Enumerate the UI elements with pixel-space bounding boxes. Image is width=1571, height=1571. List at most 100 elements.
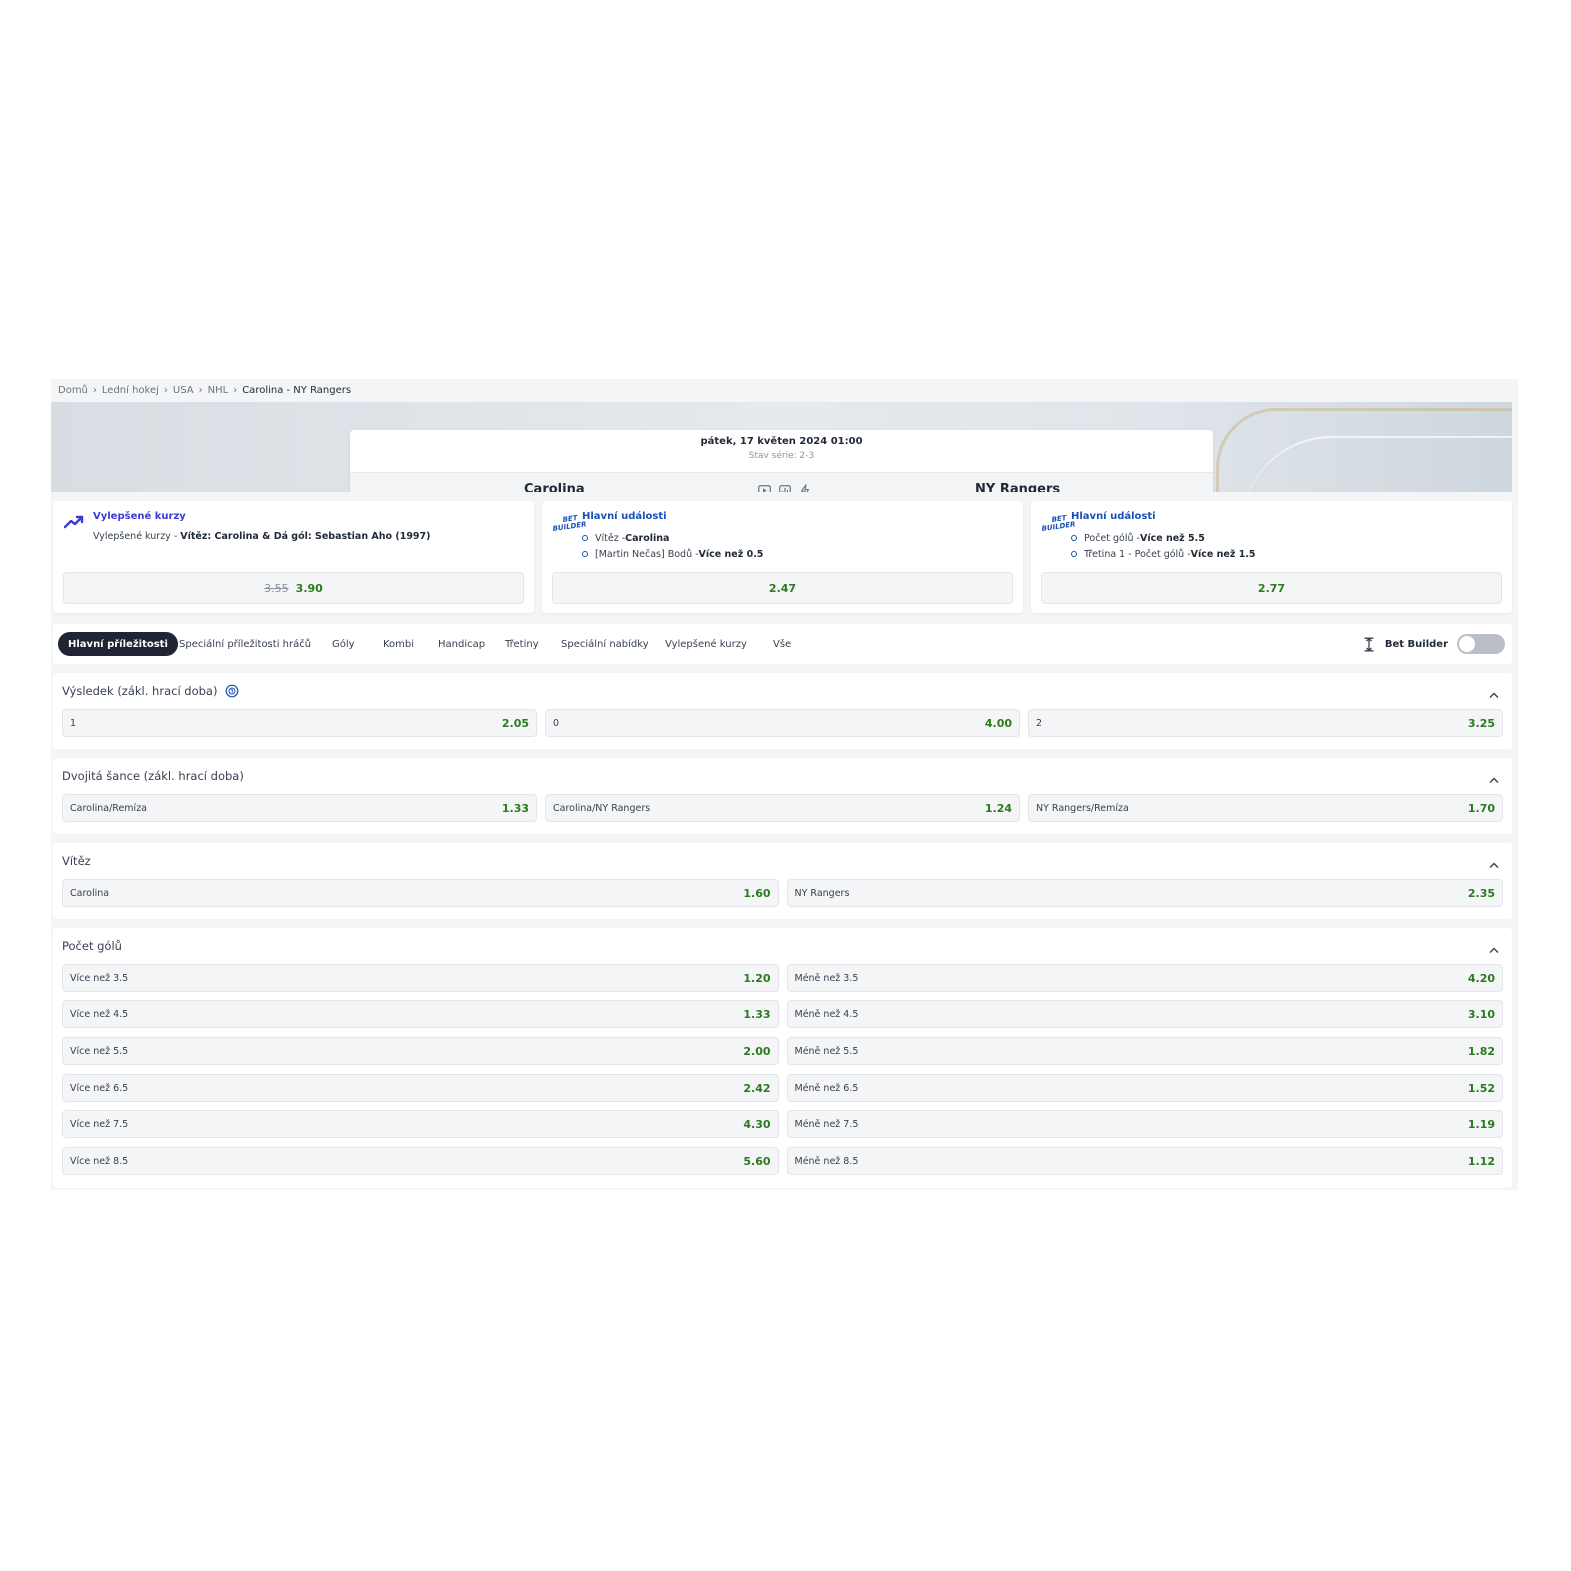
- promo-odd-button[interactable]: 3.55 3.90: [63, 572, 524, 604]
- promo-title: Hlavní události: [582, 511, 667, 522]
- market-total-goals: Počet gólů Více než 3.5 1.20 Méně než 3.5…: [53, 928, 1512, 1188]
- odd-button[interactable]: 2 3.25: [1028, 709, 1503, 737]
- odd-button[interactable]: Méně než 3.5 4.20: [786, 964, 1503, 992]
- odd-label: Méně než 8.5: [794, 1155, 859, 1167]
- market-title-text: Počet gólů: [62, 939, 122, 953]
- breadcrumb-sport[interactable]: Lední hokej: [102, 385, 159, 396]
- leg-market: Vítěz -: [595, 532, 626, 544]
- chevron-right-icon: ›: [163, 384, 168, 396]
- stats-icon[interactable]: [778, 484, 791, 492]
- promo-legs: Počet gólů - Více než 5.5 Třetina 1 - Po…: [1071, 530, 1256, 562]
- tab-handicap[interactable]: Handicap: [438, 632, 485, 656]
- tab-periods[interactable]: Třetiny: [505, 632, 539, 656]
- odds-row: Více než 4.5 1.33 Méně než 4.5 3.10: [62, 1000, 1503, 1028]
- odd-button[interactable]: NY Rangers/Remíza 1.70: [1028, 794, 1503, 822]
- odd-button[interactable]: Méně než 6.5 1.52: [786, 1074, 1503, 1102]
- promo-description-prefix: Vylepšené kurzy -: [93, 531, 181, 542]
- odds-row: Více než 3.5 1.20 Méně než 3.5 4.20: [62, 964, 1503, 992]
- odd-button[interactable]: Více než 5.5 2.00: [62, 1037, 779, 1065]
- market-winner: Vítěz Carolina 1.60 NY Rangers 2.35: [53, 843, 1512, 919]
- tab-boosted-odds[interactable]: Vylepšené kurzy: [665, 632, 747, 656]
- odd-value: 1.33: [501, 801, 529, 815]
- tab-player-specials[interactable]: Speciální příležitosti hráčů: [179, 632, 311, 656]
- match-hero: pátek, 17 květen 2024 01:00 Stav série: …: [51, 402, 1512, 492]
- tab-combi[interactable]: Kombi: [383, 632, 414, 656]
- bet-builder-toggle[interactable]: [1457, 634, 1505, 654]
- odd-label: Méně než 6.5: [794, 1082, 859, 1094]
- series-status: Stav série: 2-3: [748, 451, 815, 461]
- market-result: Výsledek (zákl. hrací doba) 1 2.05 0 4.00 …: [53, 673, 1512, 749]
- market-title[interactable]: Počet gólů: [62, 939, 122, 953]
- odd-label: Méně než 7.5: [794, 1118, 859, 1130]
- page-frame: Domů › Lední hokej › USA › NHL › Carolina - …: [51, 379, 1518, 1190]
- odd-button[interactable]: Carolina/NY Rangers 1.24: [545, 794, 1020, 822]
- odd-value: 2.35: [1467, 886, 1495, 900]
- breadcrumb-country[interactable]: USA: [173, 385, 194, 396]
- odd-value: 1.12: [1467, 1154, 1495, 1168]
- lightning-icon[interactable]: [798, 484, 811, 492]
- bet-builder-icon: [1363, 637, 1375, 652]
- market-title-text: Vítěz: [62, 854, 91, 868]
- odd-button[interactable]: Více než 3.5 1.20: [62, 964, 779, 992]
- promo-card-bet-builder: BET BUILDER Hlavní události Vítěz - Carol…: [542, 501, 1023, 613]
- promo-card-bet-builder: BET BUILDER Hlavní události Počet gólů - …: [1031, 501, 1512, 613]
- odd-value: 4.30: [743, 1117, 771, 1131]
- odd-label: Více než 7.5: [70, 1118, 129, 1130]
- odd-button[interactable]: Více než 7.5 4.30: [62, 1110, 779, 1138]
- chevron-right-icon: ›: [198, 384, 203, 396]
- chevron-up-icon[interactable]: [1488, 939, 1500, 958]
- odd-button[interactable]: Více než 4.5 1.33: [62, 1000, 779, 1028]
- odd-button[interactable]: Více než 8.5 5.60: [62, 1147, 779, 1175]
- odd-button[interactable]: 0 4.00: [545, 709, 1020, 737]
- chevron-up-icon[interactable]: [1488, 854, 1500, 873]
- market-title[interactable]: Výsledek (zákl. hrací doba): [62, 684, 239, 698]
- odd-button[interactable]: 1 2.05: [62, 709, 537, 737]
- promo-odd-button[interactable]: 2.77: [1041, 572, 1502, 604]
- odd-button[interactable]: Carolina/Remíza 1.33: [62, 794, 537, 822]
- leg-selection: Více než 0.5: [698, 548, 764, 560]
- odds-row: Více než 5.5 2.00 Méně než 5.5 1.82: [62, 1037, 1503, 1065]
- odd-value: 3.25: [1467, 716, 1495, 730]
- odd-value: 1.82: [1467, 1044, 1495, 1058]
- odd-label: Více než 3.5: [70, 972, 129, 984]
- odd-button[interactable]: Carolina 1.60: [62, 879, 779, 907]
- tab-main[interactable]: Hlavní příležitosti: [58, 632, 178, 656]
- odd-value: 1.20: [743, 971, 771, 985]
- video-icon[interactable]: [758, 484, 771, 492]
- leg-selection: Více než 1.5: [1190, 548, 1256, 560]
- odd-label: Méně než 5.5: [794, 1045, 859, 1057]
- odd-label: NY Rangers: [794, 887, 850, 899]
- breadcrumb-league[interactable]: NHL: [208, 385, 229, 396]
- tab-all[interactable]: Vše: [773, 632, 791, 656]
- market-double-chance: Dvojitá šance (zákl. hrací doba) Carolin…: [53, 758, 1512, 834]
- market-title[interactable]: Vítěz: [62, 854, 91, 868]
- odd-value: 4.20: [1467, 971, 1495, 985]
- odd-value: 5.60: [743, 1154, 771, 1168]
- odd-button[interactable]: Více než 6.5 2.42: [62, 1074, 779, 1102]
- odd-button[interactable]: NY Rangers 2.35: [786, 879, 1503, 907]
- odd-label: 1: [70, 717, 77, 729]
- match-date: pátek, 17 květen 2024 01:00: [700, 436, 863, 447]
- odd-button[interactable]: Méně než 7.5 1.19: [786, 1110, 1503, 1138]
- leg-market: Počet gólů -: [1084, 532, 1140, 544]
- odd-button[interactable]: Méně než 8.5 1.12: [786, 1147, 1503, 1175]
- leg-market: [Martin Nečas] Bodů -: [595, 548, 699, 560]
- tab-goals[interactable]: Góly: [332, 632, 355, 656]
- promo-description: Vylepšené kurzy - Vítěz: Carolina & Dá g…: [93, 531, 431, 542]
- promo-odd-button[interactable]: 2.47: [552, 572, 1013, 604]
- info-icon[interactable]: [225, 684, 239, 698]
- bet-builder-label: Bet Builder: [1384, 638, 1448, 650]
- odd-button[interactable]: Méně než 4.5 3.10: [786, 1000, 1503, 1028]
- promo-odd: 2.47: [768, 581, 797, 595]
- chevron-up-icon[interactable]: [1488, 684, 1500, 703]
- tab-special-offers[interactable]: Speciální nabídky: [561, 632, 649, 656]
- chevron-up-icon[interactable]: [1488, 769, 1500, 788]
- odd-button[interactable]: Méně než 5.5 1.82: [786, 1037, 1503, 1065]
- odd-label: Méně než 3.5: [794, 972, 859, 984]
- odd-value: 1.19: [1467, 1117, 1495, 1131]
- breadcrumb-home[interactable]: Domů: [58, 385, 88, 396]
- odds-row: Více než 6.5 2.42 Méně než 6.5 1.52: [62, 1074, 1503, 1102]
- odd-value: 1.60: [743, 886, 771, 900]
- market-title[interactable]: Dvojitá šance (zákl. hrací doba): [62, 769, 244, 783]
- bet-builder-logo: BET BUILDER: [1041, 514, 1076, 534]
